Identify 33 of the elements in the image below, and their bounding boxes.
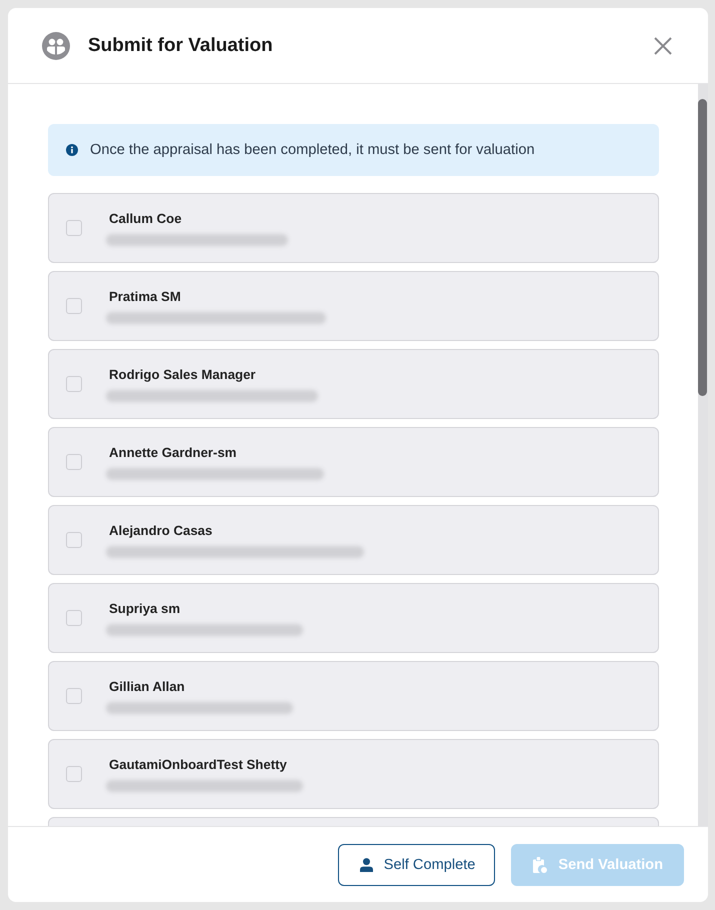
checkbox[interactable] bbox=[66, 376, 82, 392]
recipient-name: Alejandro Casas bbox=[109, 522, 212, 538]
recipient-name: Supriya sm bbox=[109, 600, 180, 616]
dialog-title: Submit for Valuation bbox=[88, 34, 273, 56]
self-complete-button[interactable]: Self Complete bbox=[338, 844, 496, 886]
recipient-card[interactable]: Gillian Allan bbox=[48, 661, 659, 731]
checkbox[interactable] bbox=[66, 220, 82, 236]
checkbox[interactable] bbox=[66, 298, 82, 314]
recipient-card[interactable]: Annette Gardner-sm bbox=[48, 427, 659, 497]
info-message: Once the appraisal has been completed, it must be sent for valuation bbox=[90, 142, 535, 158]
recipient-card[interactable]: Supriya sm bbox=[48, 583, 659, 653]
recipient-card[interactable]: Pratima SM bbox=[48, 271, 659, 341]
recipient-card[interactable]: Alejandro Casas bbox=[48, 505, 659, 575]
recipient-card[interactable]: Rodrigo Sales Manager bbox=[48, 349, 659, 419]
checkbox[interactable] bbox=[66, 688, 82, 704]
checkbox[interactable] bbox=[66, 610, 82, 626]
scrollbar-thumb[interactable] bbox=[698, 99, 707, 396]
recipient-name: Pratima SM bbox=[109, 288, 181, 304]
people-icon bbox=[42, 32, 70, 60]
recipient-card[interactable]: GautamiOnboardTest Shetty bbox=[48, 739, 659, 809]
close-icon[interactable] bbox=[654, 36, 672, 54]
clipboard-icon bbox=[532, 856, 548, 874]
recipient-name: Annette Gardner-sm bbox=[109, 444, 237, 460]
recipient-card[interactable]: Callum Coe bbox=[48, 193, 659, 263]
person-icon bbox=[360, 858, 373, 872]
recipient-name: Callum Coe bbox=[109, 210, 182, 226]
recipient-name: Gillian Allan bbox=[109, 678, 185, 694]
checkbox[interactable] bbox=[66, 766, 82, 782]
recipient-name: Rodrigo Sales Manager bbox=[109, 366, 256, 382]
checkbox[interactable] bbox=[66, 454, 82, 470]
recipient-name: GautamiOnboardTest Shetty bbox=[109, 756, 287, 772]
info-icon bbox=[66, 144, 78, 156]
checkbox[interactable] bbox=[66, 532, 82, 548]
